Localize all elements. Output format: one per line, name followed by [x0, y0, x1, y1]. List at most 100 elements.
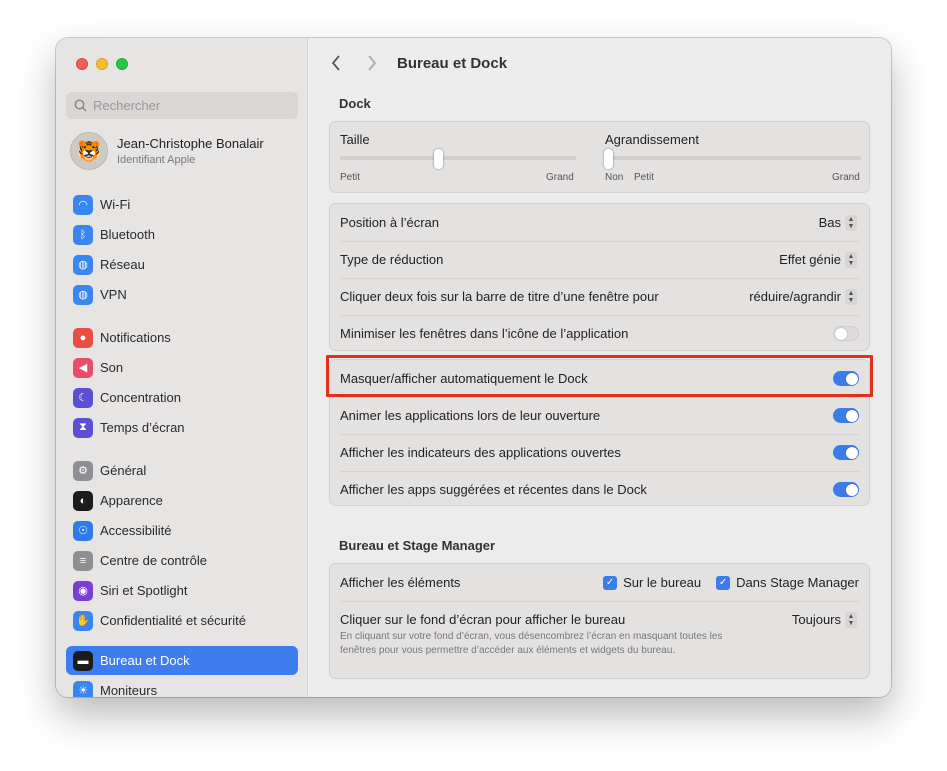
back-chevron-icon[interactable]: [331, 54, 341, 77]
accessibility-icon: ☉: [73, 520, 93, 541]
sidebar-item-bluetooth[interactable]: ᛒ Bluetooth: [66, 220, 298, 249]
zoom-window-button[interactable]: [116, 58, 128, 70]
appearance-icon: ◐: [73, 490, 93, 511]
updown-chevron-icon: ▲ ▼: [845, 611, 857, 628]
sidebar-item-label: Centre de contrôle: [100, 553, 207, 568]
size-min-label: Petit: [340, 172, 361, 183]
size-slider-thumb[interactable]: [434, 149, 443, 169]
dock-behavior-card: Masquer/afficher automatiquement le Dock…: [329, 359, 870, 506]
toggle-switch[interactable]: [833, 371, 859, 386]
toggle-switch[interactable]: [833, 482, 859, 497]
hand-icon: ✋: [73, 610, 93, 631]
show-items-label: Afficher les éléments: [340, 575, 461, 590]
sidebar-item-hourglass[interactable]: ⧗ Temps d’écran: [66, 413, 298, 442]
toggle-switch[interactable]: [833, 445, 859, 460]
stage-manager-card: Afficher les éléments ✓ Sur le bureau ✓ …: [329, 563, 870, 679]
setting-row: Cliquer deux fois sur la barre de titre …: [330, 278, 869, 315]
toggle-switch[interactable]: [833, 326, 859, 341]
toggle-knob: [845, 372, 858, 385]
setting-row: Minimiser les fenêtres dans l’icône de l…: [330, 315, 869, 352]
in-stage-manager-label: Dans Stage Manager: [736, 575, 859, 590]
setting-label: Animer les applications lors de leur ouv…: [340, 408, 601, 423]
apple-id-profile[interactable]: 🐯 Jean-Christophe Bonalair Identifiant A…: [70, 132, 264, 170]
sidebar-item-label: Général: [100, 463, 147, 478]
show-items-row: Afficher les éléments ✓ Sur le bureau ✓ …: [330, 564, 869, 601]
sidebar-item-vpn-globe[interactable]: ◍ VPN: [66, 280, 298, 309]
magnification-min-label: Petit: [634, 172, 655, 183]
setting-label: Cliquer deux fois sur la barre de titre …: [340, 289, 659, 304]
magnification-slider-track[interactable]: [605, 156, 861, 160]
window-controls: [76, 58, 128, 70]
magnification-label: Agrandissement: [605, 132, 699, 147]
sidebar: Rechercher 🐯 Jean-Christophe Bonalair Id…: [56, 38, 308, 697]
sidebar-item-label: Notifications: [100, 330, 171, 345]
setting-popup[interactable]: Effet génie ▲ ▼: [779, 251, 857, 268]
sidebar-item-gear[interactable]: ⚙ Général: [66, 456, 298, 485]
dock-sliders-card: Taille Petit Grand Agrandissement Non Pe…: [329, 121, 870, 193]
toggle-knob: [835, 327, 847, 340]
wifi-icon: ◠: [73, 194, 93, 215]
on-desktop-checkbox[interactable]: ✓: [603, 575, 618, 590]
sidebar-item-hand[interactable]: ✋ Confidentialité et sécurité: [66, 606, 298, 635]
sidebar-item-label: Wi-Fi: [100, 197, 131, 212]
toggle-knob: [845, 446, 858, 459]
size-slider-track[interactable]: [340, 156, 576, 160]
toolbar: Bureau et Dock: [309, 38, 891, 90]
sidebar-item-moon[interactable]: ☾ Concentration: [66, 383, 298, 412]
setting-popup[interactable]: Bas ▲ ▼: [818, 214, 857, 231]
setting-label: Minimiser les fenêtres dans l’icône de l…: [340, 326, 629, 341]
dock-icon: ▬: [73, 650, 93, 671]
sidebar-item-sun[interactable]: ☀ Moniteurs: [66, 676, 298, 697]
avatar: 🐯: [70, 132, 108, 170]
magnification-max-label: Grand: [832, 172, 860, 183]
setting-label: Afficher les apps suggérées et récentes …: [340, 482, 647, 497]
click-wallpaper-value: Toujours: [791, 612, 841, 627]
sidebar-item-label: Accessibilité: [100, 523, 172, 538]
sidebar-item-siri[interactable]: ◉ Siri et Spotlight: [66, 576, 298, 605]
size-max-label: Grand: [546, 172, 574, 183]
toggle-switch[interactable]: [833, 408, 859, 423]
bell-icon: ●: [73, 327, 93, 348]
siri-icon: ◉: [73, 580, 93, 601]
sidebar-item-dock[interactable]: ▬ Bureau et Dock: [66, 646, 298, 675]
setting-value: Bas: [818, 215, 841, 230]
click-wallpaper-popup[interactable]: Toujours ▲ ▼: [791, 611, 857, 628]
sidebar-item-label: Moniteurs: [100, 683, 158, 697]
sidebar-item-label: Apparence: [100, 493, 163, 508]
magnification-slider-thumb[interactable]: [604, 149, 613, 169]
sidebar-item-label: Bureau et Dock: [100, 653, 190, 668]
sidebar-item-label: Bluetooth: [100, 227, 155, 242]
sun-icon: ☀: [73, 680, 93, 697]
dock-section-title: Dock: [339, 96, 371, 111]
close-window-button[interactable]: [76, 58, 88, 70]
search-field[interactable]: Rechercher: [66, 92, 298, 119]
sidebar-item-globe[interactable]: ◍ Réseau: [66, 250, 298, 279]
sidebar-item-wifi[interactable]: ◠ Wi-Fi: [66, 190, 298, 219]
click-wallpaper-description: En cliquant sur votre fond d’écran, vous…: [340, 631, 723, 656]
sidebar-item-speaker[interactable]: ◀ Son: [66, 353, 298, 382]
forward-chevron-icon[interactable]: [367, 54, 377, 77]
minimize-window-button[interactable]: [96, 58, 108, 70]
setting-popup[interactable]: réduire/agrandir ▲ ▼: [749, 288, 857, 305]
sidebar-item-accessibility[interactable]: ☉ Accessibilité: [66, 516, 298, 545]
in-stage-manager-checkbox[interactable]: ✓: [716, 575, 731, 590]
setting-value: Effet génie: [779, 252, 841, 267]
main-pane: Bureau et Dock Dock Taille Petit Grand A…: [309, 38, 891, 697]
toggle-knob: [845, 409, 858, 422]
sidebar-item-bell[interactable]: ● Notifications: [66, 323, 298, 352]
search-icon: [74, 99, 87, 112]
hourglass-icon: ⧗: [73, 417, 93, 438]
setting-label: Type de réduction: [340, 252, 444, 267]
globe-icon: ◍: [73, 254, 93, 275]
stage-section-title: Bureau et Stage Manager: [339, 538, 496, 553]
setting-label: Masquer/afficher automatiquement le Dock: [340, 371, 588, 386]
settings-window: Rechercher 🐯 Jean-Christophe Bonalair Id…: [56, 38, 891, 697]
sidebar-item-control-center[interactable]: ≡ Centre de contrôle: [66, 546, 298, 575]
speaker-icon: ◀: [73, 357, 93, 378]
on-desktop-label: Sur le bureau: [623, 575, 702, 590]
control-center-icon: ≡: [73, 550, 93, 571]
updown-chevron-icon: ▲ ▼: [845, 214, 857, 231]
sidebar-item-appearance[interactable]: ◐ Apparence: [66, 486, 298, 515]
sidebar-item-label: Réseau: [100, 257, 145, 272]
setting-label: Position à l’écran: [340, 215, 439, 230]
